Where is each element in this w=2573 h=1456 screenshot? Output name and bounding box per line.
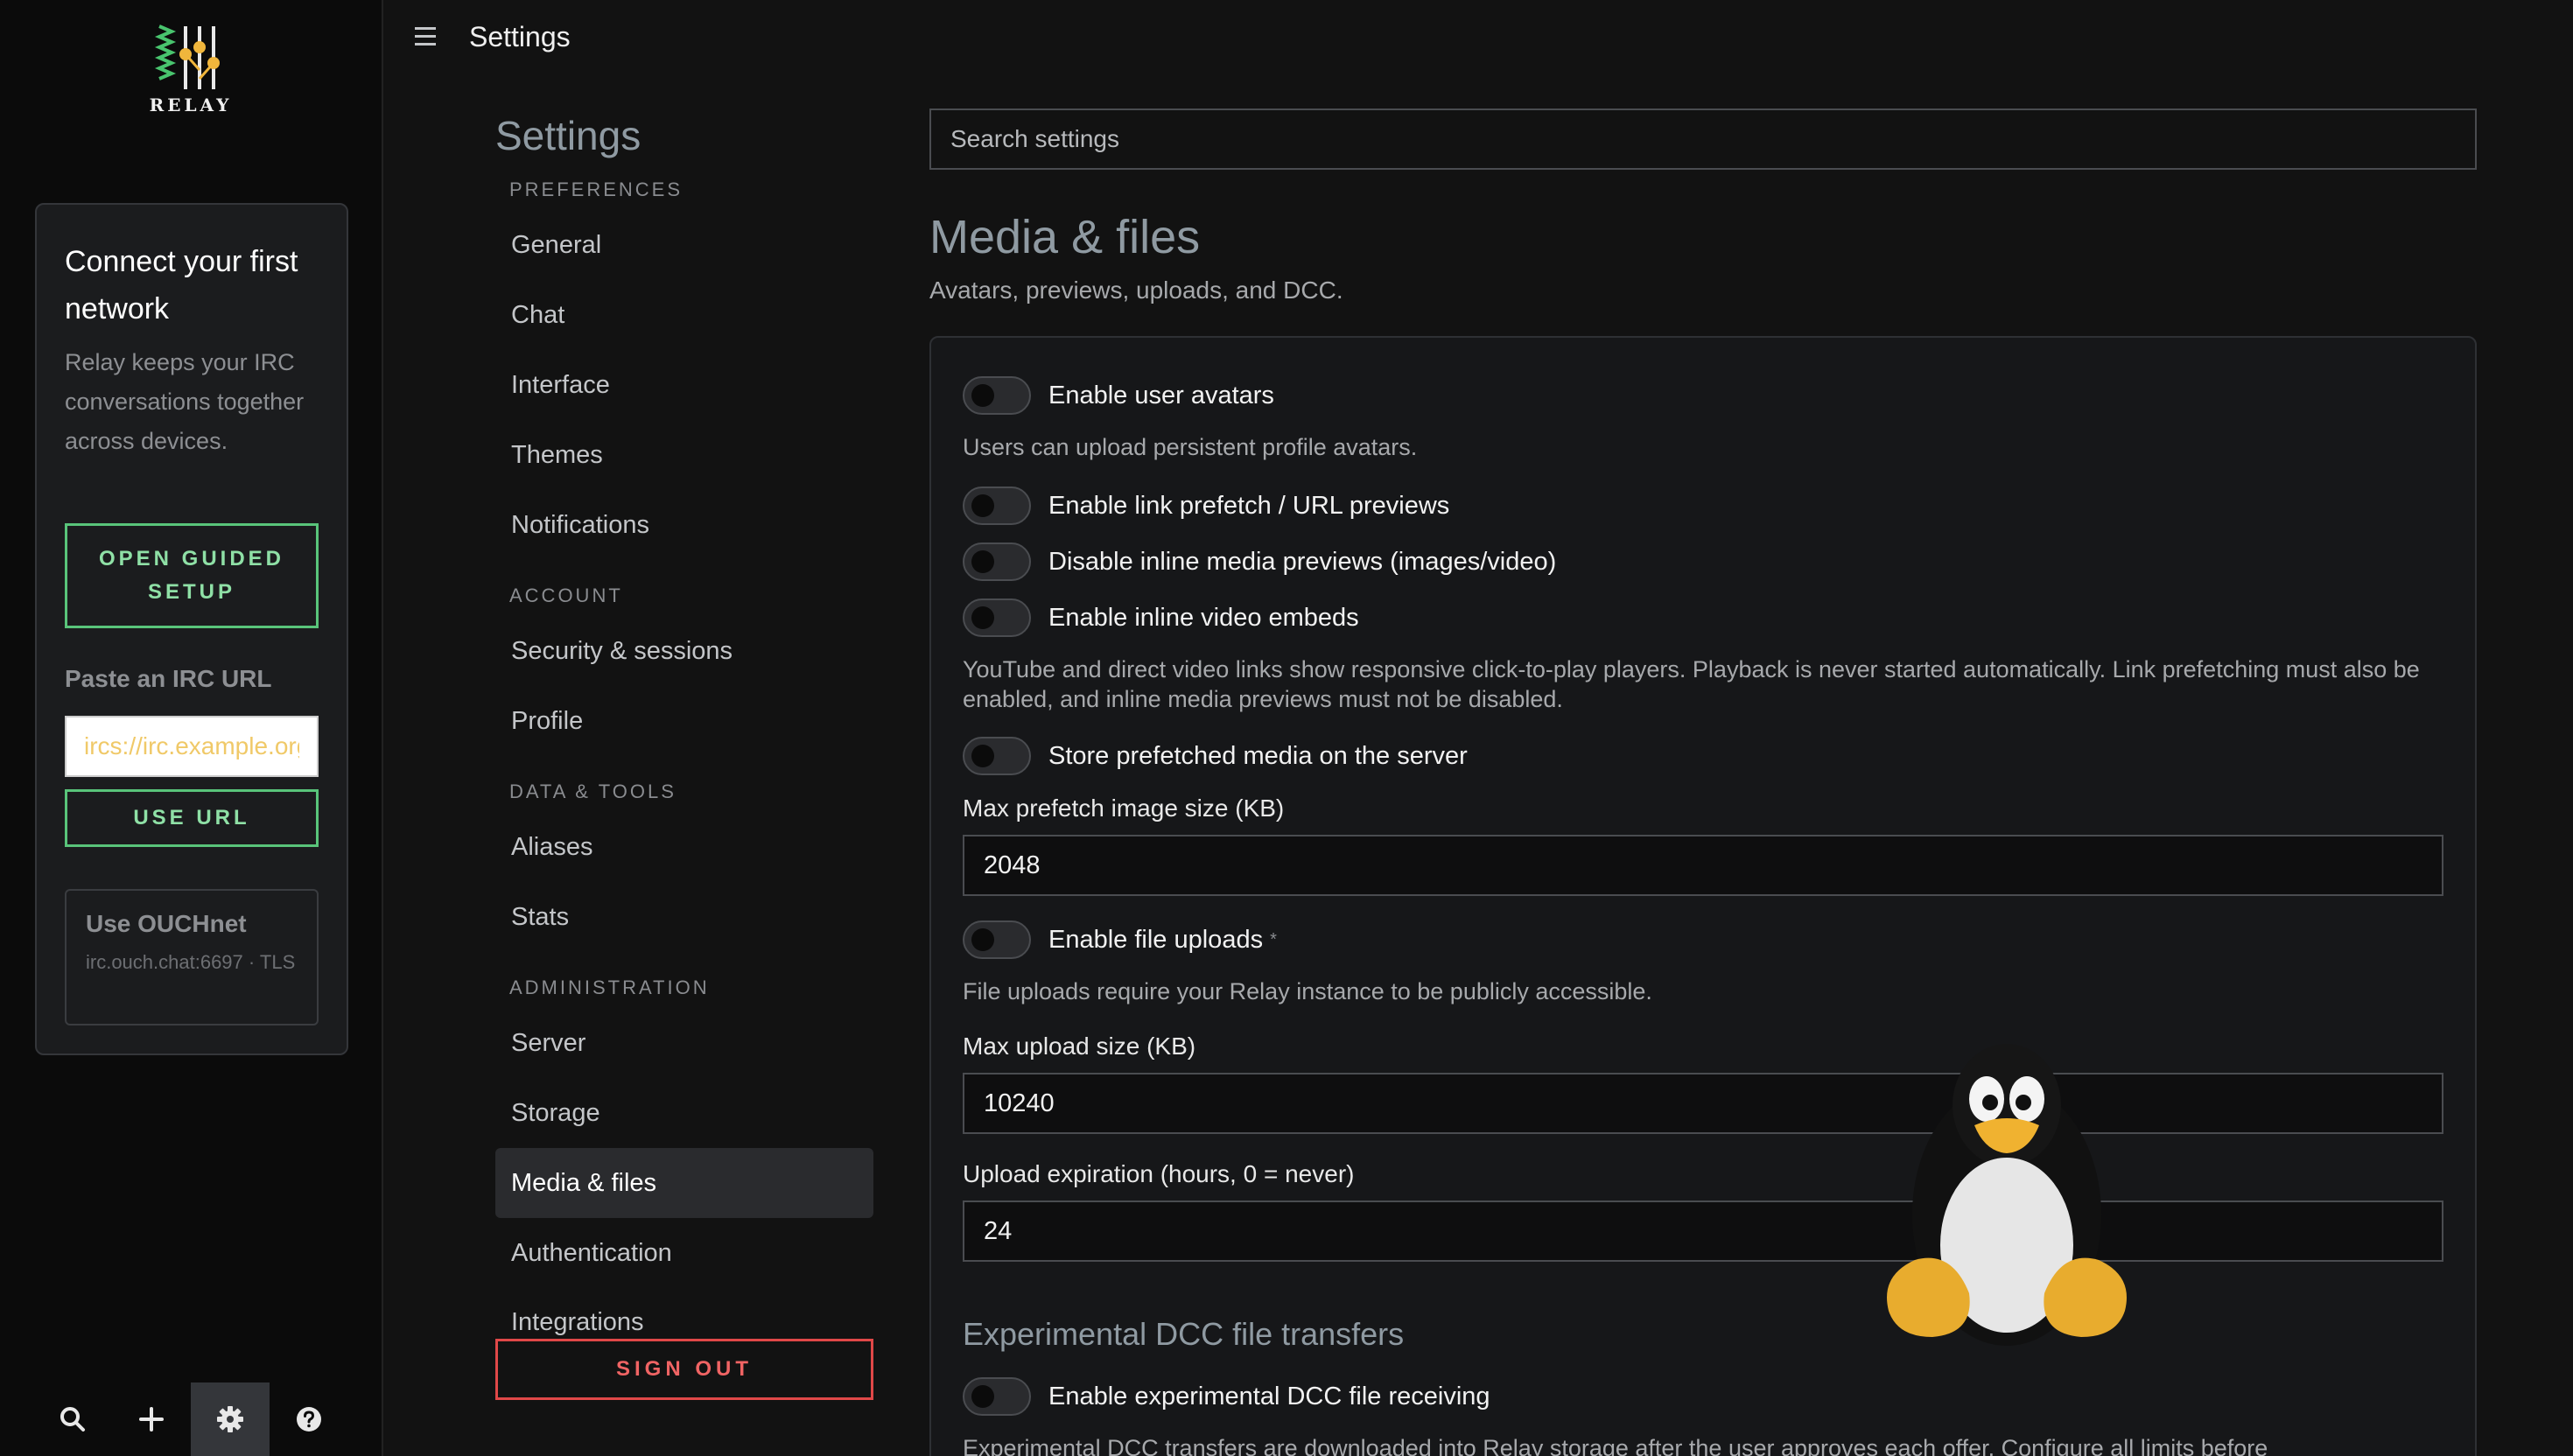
logo-mark-icon: [154, 24, 220, 89]
dcc-help-text: Experimental DCC transfers are downloade…: [963, 1435, 2268, 1456]
connect-description: Relay keeps your IRC conversations toget…: [65, 349, 305, 454]
brand-name: RELAY: [149, 94, 233, 116]
setting-inline-video: Enable inline video embeds: [963, 598, 1359, 637]
toggle-knob: [971, 1385, 994, 1408]
inline-video-toggle[interactable]: [963, 598, 1031, 637]
user-avatars-label: Enable user avatars: [1048, 381, 1274, 410]
left-rail: RELAY Connect your first network Relay k…: [0, 0, 383, 1456]
nav-item-chat[interactable]: Chat: [495, 280, 873, 350]
user-avatars-toggle[interactable]: [963, 376, 1031, 415]
dcc-receiving-toggle[interactable]: [963, 1377, 1031, 1416]
irc-url-input[interactable]: [65, 716, 319, 777]
connect-title: Connect your first network: [65, 245, 298, 326]
page-title: Media & files: [929, 211, 1201, 263]
sign-out-button[interactable]: SIGN OUT: [495, 1339, 873, 1400]
nav-item-stats[interactable]: Stats: [495, 882, 873, 952]
nav-item-integrations[interactable]: Integrations: [495, 1288, 873, 1337]
hamburger-menu-icon: [415, 27, 436, 46]
nav-item-authentication[interactable]: Authentication: [495, 1218, 873, 1288]
store-prefetched-toggle[interactable]: [963, 737, 1031, 775]
upload-expiration-input[interactable]: [963, 1200, 2443, 1262]
nav-item-general[interactable]: General: [495, 210, 873, 280]
nav-item-themes[interactable]: Themes: [495, 420, 873, 490]
file-uploads-label: Enable file uploads: [1048, 925, 1264, 954]
setting-disable-inline-media: Disable inline media previews (images/vi…: [963, 542, 1556, 581]
nav-item-profile[interactable]: Profile: [495, 686, 873, 756]
setting-dcc-receiving: Enable experimental DCC file receiving: [963, 1377, 1490, 1416]
open-guided-setup-button[interactable]: OPEN GUIDED SETUP: [65, 523, 319, 628]
page-subtitle: Avatars, previews, uploads, and DCC.: [929, 276, 1343, 304]
gear-icon: [217, 1406, 243, 1432]
max-upload-label: Max upload size (KB): [963, 1032, 1196, 1060]
plus-icon: [139, 1407, 164, 1432]
settings-nav-heading: Settings: [495, 113, 641, 158]
max-upload-input[interactable]: [963, 1073, 2443, 1134]
toggle-knob: [971, 494, 994, 517]
toggle-knob: [971, 606, 994, 629]
link-prefetch-label: Enable link prefetch / URL previews: [1048, 491, 1450, 520]
connect-network-card: Connect your first network Relay keeps y…: [35, 203, 348, 1055]
nav-section-preferences: PREFERENCES: [509, 178, 684, 200]
nav-section-administration: ADMINISTRATION: [509, 976, 710, 998]
setting-link-prefetch: Enable link prefetch / URL previews: [963, 486, 1449, 525]
ouchnet-title: Use OUCHnet: [86, 910, 247, 937]
nav-item-security[interactable]: Security & sessions: [495, 616, 873, 686]
toggle-knob: [971, 928, 994, 951]
nav-item-aliases[interactable]: Aliases: [495, 812, 873, 882]
avatars-help-text: Users can upload persistent profile avat…: [963, 434, 1418, 460]
nav-item-server[interactable]: Server: [495, 1008, 873, 1078]
help-button[interactable]: [270, 1382, 348, 1456]
add-network-button[interactable]: [112, 1382, 191, 1456]
nav-item-storage[interactable]: Storage: [495, 1078, 873, 1148]
penguin-mascot-icon: [1887, 1044, 2127, 1346]
nav-item-notifications[interactable]: Notifications: [495, 490, 873, 560]
topbar-title: Settings: [469, 21, 571, 52]
setting-file-uploads: Enable file uploads *: [963, 920, 1277, 959]
store-prefetched-label: Store prefetched media on the server: [1048, 741, 1468, 770]
use-url-button[interactable]: USE URL: [65, 789, 319, 847]
search-icon: [60, 1407, 85, 1432]
required-mark: *: [1270, 929, 1277, 949]
disable-inline-media-label: Disable inline media previews (images/vi…: [1048, 547, 1557, 576]
use-ouchnet-card[interactable]: Use OUCHnet irc.ouch.chat:6697 · TLS: [65, 889, 319, 1026]
setting-user-avatars: Enable user avatars: [963, 376, 1274, 415]
menu-toggle-button[interactable]: [413, 24, 439, 49]
setting-store-prefetched: Store prefetched media on the server: [963, 737, 1468, 775]
max-prefetch-label: Max prefetch image size (KB): [963, 794, 1285, 822]
toggle-knob: [971, 550, 994, 573]
paste-url-label: Paste an IRC URL: [65, 665, 272, 692]
video-help-text: YouTube and direct video links show resp…: [963, 656, 2420, 712]
help-icon: [297, 1407, 321, 1432]
dcc-receiving-label: Enable experimental DCC file receiving: [1048, 1382, 1490, 1410]
max-prefetch-input[interactable]: [963, 835, 2443, 896]
nav-section-account: ACCOUNT: [509, 584, 623, 606]
ouchnet-address: irc.ouch.chat:6697 · TLS: [86, 951, 296, 973]
rail-bottom-toolbar: [0, 1382, 383, 1456]
nav-item-interface[interactable]: Interface: [495, 350, 873, 420]
search-settings-input[interactable]: [929, 108, 2477, 170]
uploads-help-text: File uploads require your Relay instance…: [963, 978, 1652, 1004]
file-uploads-toggle[interactable]: [963, 920, 1031, 959]
upload-expiration-label: Upload expiration (hours, 0 = never): [963, 1160, 1355, 1187]
inline-video-label: Enable inline video embeds: [1048, 603, 1359, 632]
nav-item-media-files[interactable]: Media & files: [495, 1148, 873, 1218]
toggle-knob: [971, 384, 994, 407]
settings-button[interactable]: [191, 1382, 270, 1456]
toggle-knob: [971, 745, 994, 767]
dcc-section-title: Experimental DCC file transfers: [963, 1316, 1405, 1352]
link-prefetch-toggle[interactable]: [963, 486, 1031, 525]
search-button[interactable]: [33, 1382, 112, 1456]
disable-inline-media-toggle[interactable]: [963, 542, 1031, 581]
relay-logo[interactable]: RELAY: [147, 21, 235, 117]
nav-section-data-tools: DATA & TOOLS: [509, 780, 677, 802]
